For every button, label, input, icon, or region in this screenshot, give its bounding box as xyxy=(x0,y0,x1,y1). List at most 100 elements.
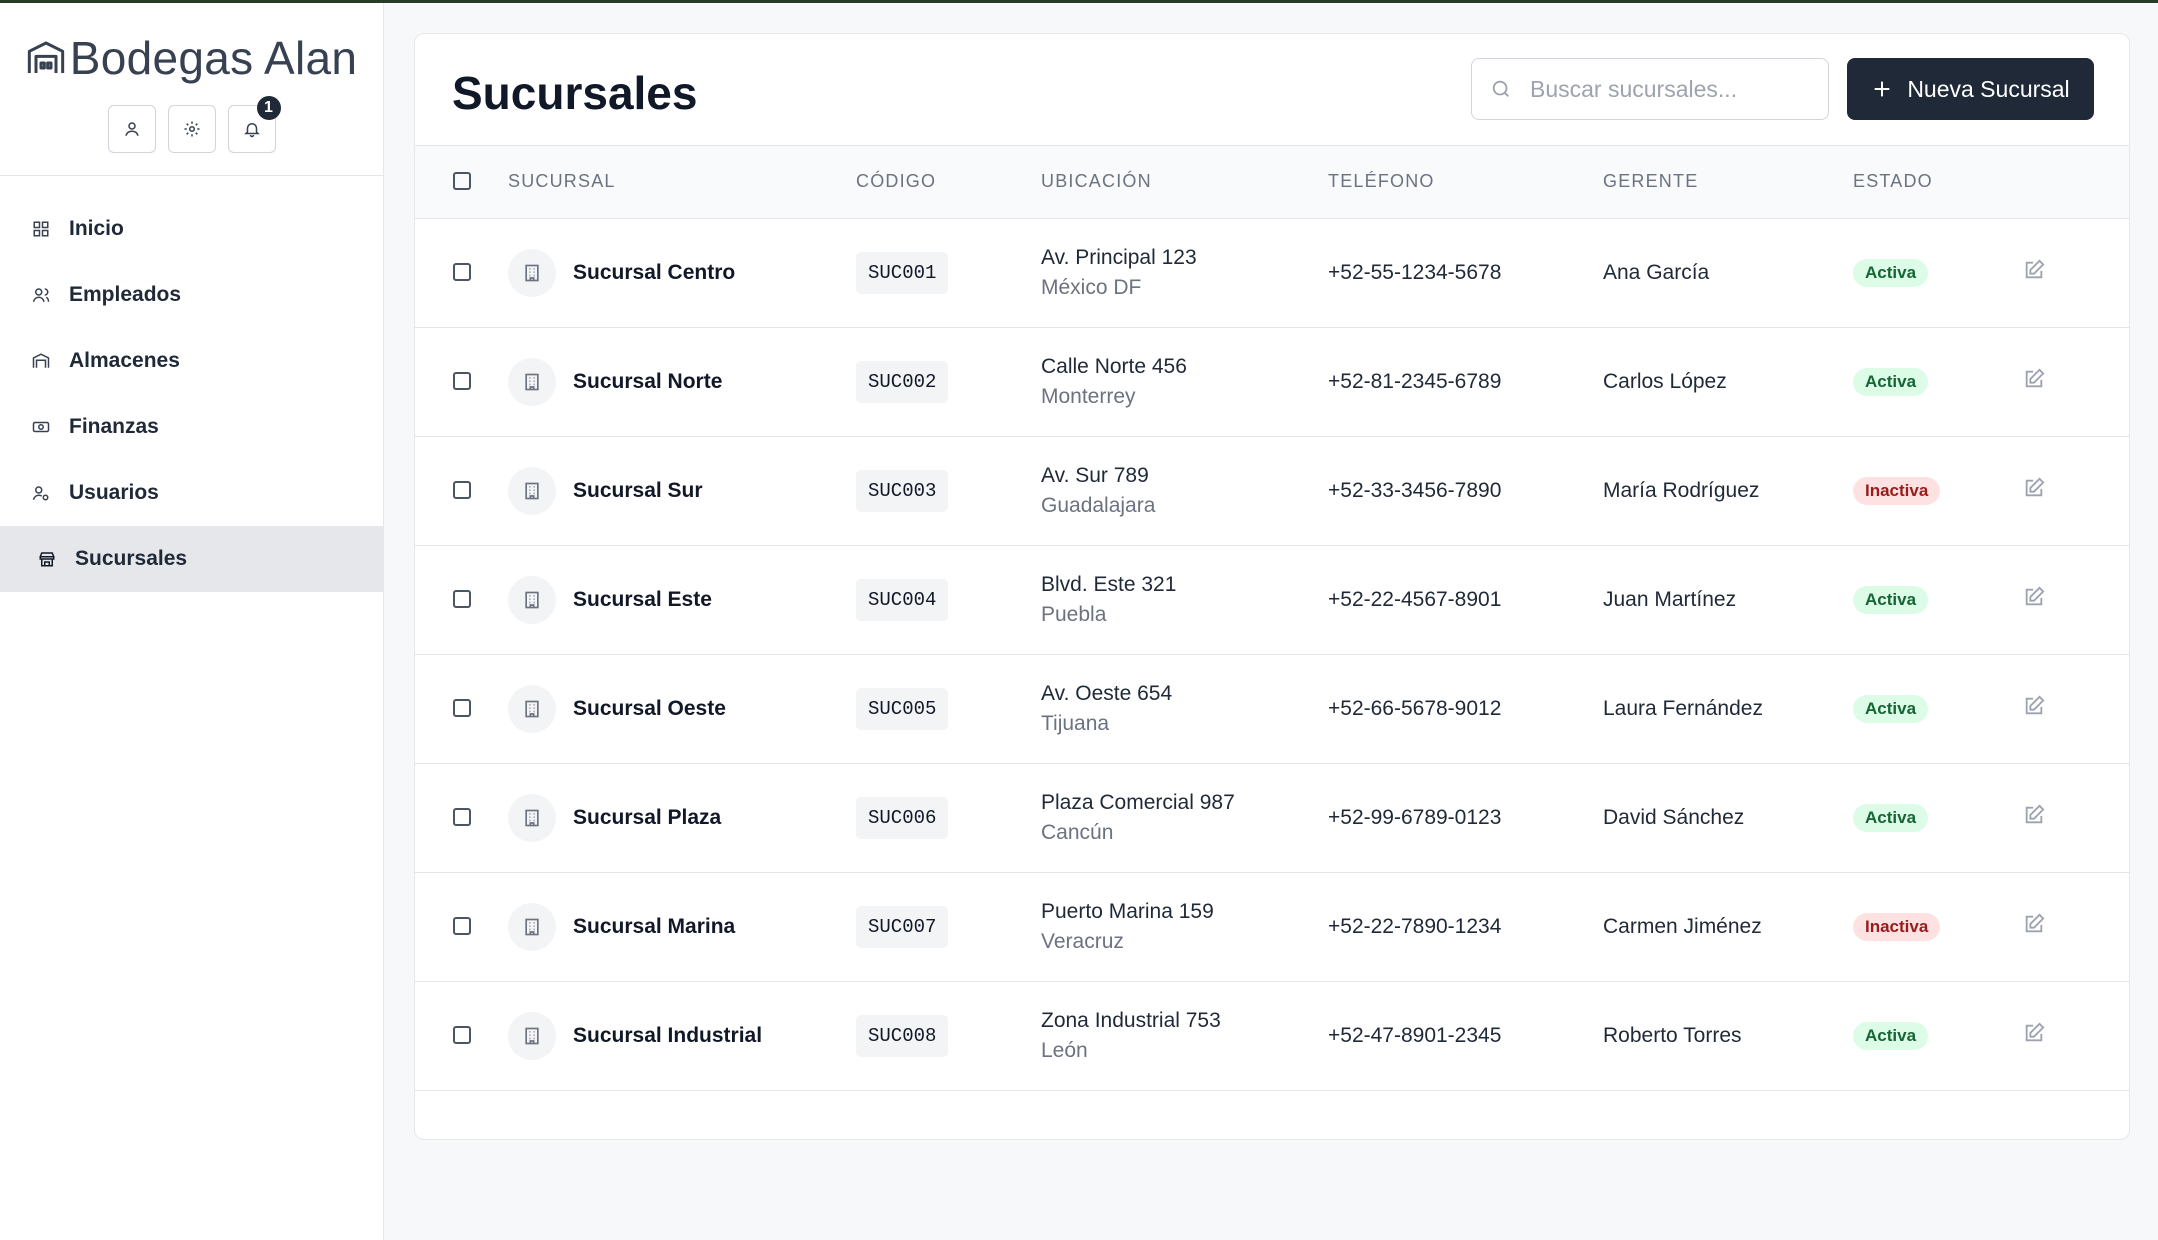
sidebar-item-usuarios[interactable]: Usuarios xyxy=(0,460,383,526)
branch-name-cell: Sucursal Plaza xyxy=(508,793,856,842)
branch-code: SUC006 xyxy=(856,796,949,839)
table-row[interactable]: Sucursal Industrial SUC008 Zona Industri… xyxy=(415,981,2129,1090)
branch-code: SUC001 xyxy=(856,251,949,294)
branch-manager: Roberto Torres xyxy=(1603,1023,1742,1047)
sidebar-item-finanzas[interactable]: Finanzas xyxy=(0,394,383,460)
column-header-gerente[interactable]: GERENTE xyxy=(1603,146,1853,219)
select-all-checkbox[interactable] xyxy=(453,172,471,191)
status-badge: Activa xyxy=(1853,258,1929,287)
sidebar-item-label: Almacenes xyxy=(69,349,180,372)
table-header-row: SUCURSAL CÓDIGO UBICACIÓN TELÉFONO GEREN… xyxy=(415,146,2129,219)
search-box[interactable] xyxy=(1471,58,1829,120)
table-row[interactable]: Sucursal Oeste SUC005 Av. Oeste 654 Tiju… xyxy=(415,654,2129,763)
branch-address: Zona Industrial 753 xyxy=(1041,1008,1221,1032)
bell-icon xyxy=(243,123,260,138)
edit-button[interactable] xyxy=(2023,1022,2045,1049)
edit-button[interactable] xyxy=(2023,368,2045,395)
table-row[interactable]: Sucursal Marina SUC007 Puerto Marina 159… xyxy=(415,872,2129,981)
building-icon xyxy=(525,1027,539,1044)
branch-name-cell: Sucursal Marina xyxy=(508,902,856,951)
search-icon xyxy=(1492,80,1509,97)
edit-button[interactable] xyxy=(2023,804,2045,831)
banknote-icon xyxy=(32,421,50,433)
branch-name: Sucursal Industrial xyxy=(573,1023,763,1047)
row-checkbox[interactable] xyxy=(453,807,471,826)
row-checkbox[interactable] xyxy=(453,480,471,499)
building-avatar xyxy=(508,902,556,951)
edit-button[interactable] xyxy=(2023,586,2045,613)
branch-address: Blvd. Este 321 xyxy=(1041,572,1177,596)
row-checkbox[interactable] xyxy=(453,916,471,935)
sidebar-item-inicio[interactable]: Inicio xyxy=(0,196,383,262)
column-header-actions xyxy=(2023,146,2129,219)
store-icon xyxy=(39,552,55,567)
row-checkbox[interactable] xyxy=(453,371,471,390)
card-header: Sucursales Nueva Sucursal xyxy=(415,34,2129,146)
table-row[interactable]: Sucursal Sur SUC003 Av. Sur 789 Guadalaj… xyxy=(415,436,2129,545)
users-icon xyxy=(32,288,50,302)
branch-name: Sucursal Plaza xyxy=(573,805,722,829)
column-header-sucursal[interactable]: SUCURSAL xyxy=(508,146,856,219)
edit-icon xyxy=(2025,695,2045,714)
brand-logo[interactable]: Bodegas Alan xyxy=(26,31,358,85)
branch-address: Puerto Marina 159 xyxy=(1041,899,1214,923)
edit-button[interactable] xyxy=(2023,913,2045,940)
building-avatar xyxy=(508,248,556,297)
quick-actions: 1 xyxy=(107,96,281,153)
notifications-button[interactable]: 1 xyxy=(227,96,281,153)
branch-address: Calle Norte 456 xyxy=(1041,354,1187,378)
table-row[interactable]: Sucursal Plaza SUC006 Plaza Comercial 98… xyxy=(415,763,2129,872)
notification-count-badge: 1 xyxy=(256,96,281,120)
branch-name: Sucursal Centro xyxy=(573,260,736,284)
edit-button[interactable] xyxy=(2023,695,2045,722)
column-header-telefono[interactable]: TELÉFONO xyxy=(1328,146,1603,219)
row-checkbox[interactable] xyxy=(453,589,471,608)
branch-name: Sucursal Sur xyxy=(573,478,703,502)
column-header-estado[interactable]: ESTADO xyxy=(1853,146,2023,219)
row-checkbox[interactable] xyxy=(453,262,471,281)
branch-city: Monterrey xyxy=(1041,384,1136,408)
branch-phone: +52-55-1234-5678 xyxy=(1328,260,1502,284)
branch-manager: Juan Martínez xyxy=(1603,587,1737,611)
table-row[interactable]: Sucursal Norte SUC002 Calle Norte 456 Mo… xyxy=(415,327,2129,436)
settings-button[interactable] xyxy=(167,105,216,153)
brand-name: Bodegas Alan xyxy=(69,32,358,84)
building-avatar xyxy=(508,793,556,842)
branch-code: SUC007 xyxy=(856,905,949,948)
branch-manager: Carlos López xyxy=(1603,369,1727,393)
building-icon xyxy=(525,264,539,281)
edit-icon xyxy=(2025,259,2045,278)
branch-name: Sucursal Marina xyxy=(573,914,736,938)
status-badge: Activa xyxy=(1853,367,1929,396)
sidebar-item-sucursales[interactable]: Sucursales xyxy=(0,526,383,592)
column-header-codigo[interactable]: CÓDIGO xyxy=(856,146,1041,219)
branch-name: Sucursal Oeste xyxy=(573,696,726,720)
new-branch-button[interactable]: Nueva Sucursal xyxy=(1847,58,2094,120)
row-checkbox[interactable] xyxy=(453,698,471,717)
table-row[interactable]: Sucursal Centro SUC001 Av. Principal 123… xyxy=(415,218,2129,327)
brand-area: Bodegas Alan 1 xyxy=(0,3,383,176)
branch-phone: +52-47-8901-2345 xyxy=(1328,1023,1502,1047)
sidebar-item-empleados[interactable]: Empleados xyxy=(0,262,383,328)
profile-button[interactable] xyxy=(107,105,156,153)
branch-city: Puebla xyxy=(1041,602,1107,626)
search-input[interactable] xyxy=(1530,75,1810,103)
dashboard-icon xyxy=(33,221,49,237)
building-avatar xyxy=(508,466,556,515)
branch-city: México DF xyxy=(1041,275,1142,299)
edit-button[interactable] xyxy=(2023,259,2045,286)
user-cog-icon xyxy=(32,486,49,501)
edit-button[interactable] xyxy=(2023,477,2045,504)
column-header-ubicacion[interactable]: UBICACIÓN xyxy=(1041,146,1328,219)
status-badge: Inactiva xyxy=(1853,476,1941,505)
edit-icon xyxy=(2025,804,2045,823)
status-badge: Activa xyxy=(1853,585,1929,614)
sidebar-item-label: Finanzas xyxy=(69,415,159,438)
sidebar-item-almacenes[interactable]: Almacenes xyxy=(0,328,383,394)
branch-code: SUC003 xyxy=(856,469,949,512)
edit-icon xyxy=(2025,368,2045,387)
row-checkbox[interactable] xyxy=(453,1025,471,1044)
table-row[interactable]: Sucursal Este SUC004 Blvd. Este 321 Pueb… xyxy=(415,545,2129,654)
branch-code: SUC008 xyxy=(856,1014,949,1057)
new-branch-label: Nueva Sucursal xyxy=(1907,75,2070,102)
